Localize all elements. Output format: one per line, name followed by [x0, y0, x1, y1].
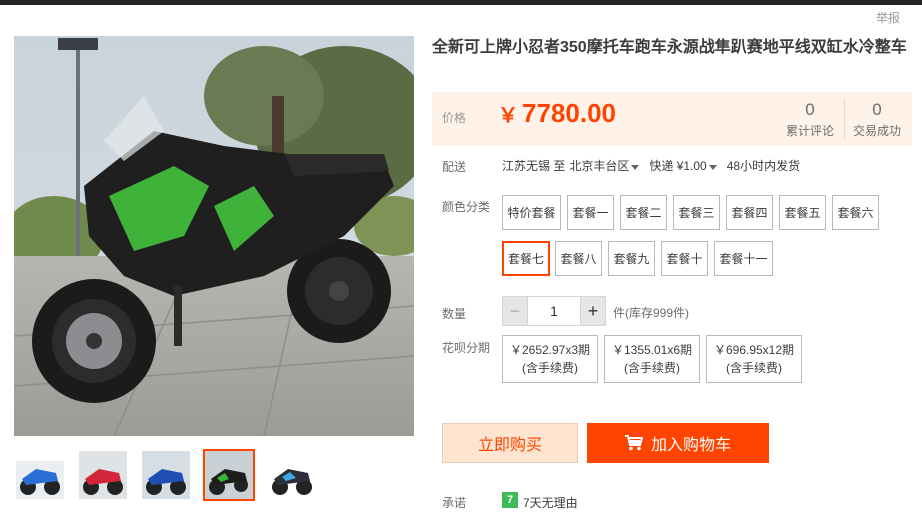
seven-day-return-icon: 7 [502, 492, 518, 508]
quantity-label: 数量 [442, 307, 467, 321]
installment-fee: (含手续费) [726, 361, 782, 375]
reviews-stat[interactable]: 0 累计评论 [777, 100, 843, 139]
color-option-6[interactable]: 套餐六 [832, 195, 879, 230]
installment-fee: (含手续费) [624, 361, 680, 375]
thumbnail-3[interactable] [140, 449, 192, 501]
color-option-0[interactable]: 特价套餐 [502, 195, 561, 230]
deals-stat[interactable]: 0 交易成功 [844, 100, 910, 139]
thumbnail-strip [14, 449, 318, 501]
promise-text[interactable]: 7天无理由 [523, 494, 578, 511]
color-option-11[interactable]: 套餐十一 [714, 241, 773, 276]
decrease-button[interactable]: − [502, 296, 528, 326]
delivery-row: 江苏无锡 至 北京丰台区 快递 ¥1.00 48小时内发货 [502, 157, 800, 174]
price-value: ￥ 7780.00 [498, 98, 616, 129]
top-bar [0, 0, 922, 5]
installment-fee: (含手续费) [522, 361, 578, 375]
price-amount: 7780.00 [522, 98, 616, 128]
stock-text: 件(库存999件) [613, 306, 690, 320]
installment-plan-3[interactable]: ￥2652.97x3期 (含手续费) [502, 335, 598, 383]
ship-time: 48小时内发货 [726, 159, 801, 173]
color-option-4[interactable]: 套餐四 [726, 195, 773, 230]
chevron-down-icon [708, 165, 717, 170]
main-product-image[interactable] [14, 36, 414, 436]
installment-amount: ￥696.95x12期 [713, 343, 795, 357]
color-option-10[interactable]: 套餐十 [661, 241, 708, 276]
color-option-1[interactable]: 套餐一 [567, 195, 614, 230]
buy-now-button[interactable]: 立即购买 [442, 423, 578, 463]
delivery-from: 江苏无锡 至 [502, 159, 566, 173]
currency-symbol: ￥ [498, 105, 518, 127]
delivery-label: 配送 [442, 160, 467, 174]
shipping-select[interactable]: 快递 ¥1.00 [649, 157, 722, 174]
quantity-input[interactable]: 1 [528, 296, 580, 326]
quantity-stepper: − 1 + [502, 296, 606, 326]
installment-label: 花呗分期 [442, 341, 491, 355]
add-to-cart-label: 加入购物车 [650, 437, 731, 454]
product-title: 全新可上牌小忍者350摩托车跑车永源战隼趴赛地平线双缸水冷整车 [432, 39, 907, 56]
color-option-3[interactable]: 套餐三 [673, 195, 720, 230]
color-option-7-selected[interactable]: 套餐七 [502, 241, 550, 276]
thumbnail-5[interactable] [266, 449, 318, 501]
delivery-to-select[interactable]: 北京丰台区 [569, 157, 645, 174]
reviews-count: 0 [805, 100, 815, 119]
cart-icon [624, 435, 643, 451]
delivery-to: 北京丰台区 [569, 159, 630, 173]
thumbnail-1[interactable] [14, 449, 66, 501]
color-option-5[interactable]: 套餐五 [779, 195, 826, 230]
add-to-cart-button[interactable]: 加入购物车 [587, 423, 769, 463]
thumbnail-4-selected[interactable] [203, 449, 255, 501]
shipping-fee: 快递 ¥1.00 [649, 159, 707, 173]
increase-button[interactable]: + [580, 296, 606, 326]
price-box: 价格 ￥ 7780.00 0 累计评论 0 交易成功 [432, 92, 912, 146]
installment-amount: ￥1355.01x6期 [611, 343, 693, 357]
motorcycle-photo [14, 36, 414, 436]
promise-label: 承诺 [442, 496, 467, 510]
color-label: 颜色分类 [442, 200, 491, 214]
installment-plan-6[interactable]: ￥1355.01x6期 (含手续费) [604, 335, 700, 383]
deals-label: 交易成功 [852, 124, 901, 138]
thumbnail-2[interactable] [77, 449, 129, 501]
deals-count: 0 [872, 100, 882, 119]
color-option-2[interactable]: 套餐二 [620, 195, 667, 230]
reviews-label: 累计评论 [785, 124, 834, 138]
chevron-down-icon [631, 165, 640, 170]
color-option-8[interactable]: 套餐八 [555, 241, 602, 276]
installment-amount: ￥2652.97x3期 [509, 343, 591, 357]
installment-plan-12[interactable]: ￥696.95x12期 (含手续费) [706, 335, 802, 383]
color-option-9[interactable]: 套餐九 [608, 241, 655, 276]
report-link[interactable]: 举报 [876, 9, 900, 26]
price-label: 价格 [442, 111, 467, 125]
